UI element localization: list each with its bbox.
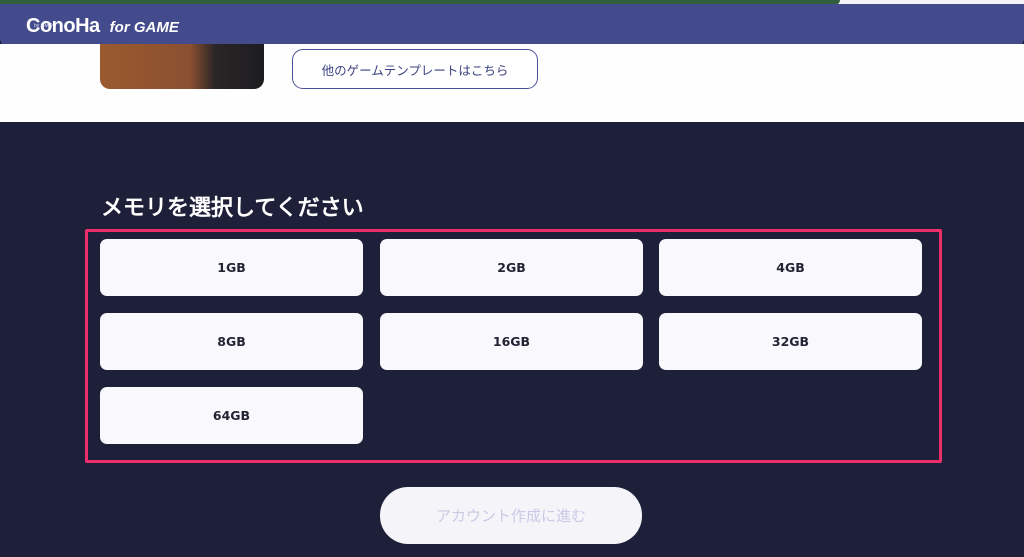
- memory-option-2gb[interactable]: 2GB: [380, 239, 643, 296]
- conoha-logo[interactable]: ConoHa by GMO for GAME: [26, 15, 179, 38]
- memory-option-1gb[interactable]: 1GB: [100, 239, 363, 296]
- logo-tagline: for GAME: [109, 18, 179, 36]
- site-header: ConoHa by GMO for GAME: [0, 4, 1024, 48]
- memory-option-64gb[interactable]: 64GB: [100, 387, 363, 444]
- other-templates-button[interactable]: 他のゲームテンプレートはこちら: [292, 49, 538, 89]
- memory-option-8gb[interactable]: 8GB: [100, 313, 363, 370]
- memory-option-4gb[interactable]: 4GB: [659, 239, 922, 296]
- proceed-to-account-creation-button[interactable]: アカウント作成に進む: [380, 487, 642, 544]
- memory-section-title: メモリを選択してください: [101, 196, 364, 221]
- game-thumbnail: [100, 44, 264, 89]
- logo-sub-text: by GMO: [34, 23, 53, 29]
- memory-option-32gb[interactable]: 32GB: [659, 313, 922, 370]
- memory-option-16gb[interactable]: 16GB: [380, 313, 643, 370]
